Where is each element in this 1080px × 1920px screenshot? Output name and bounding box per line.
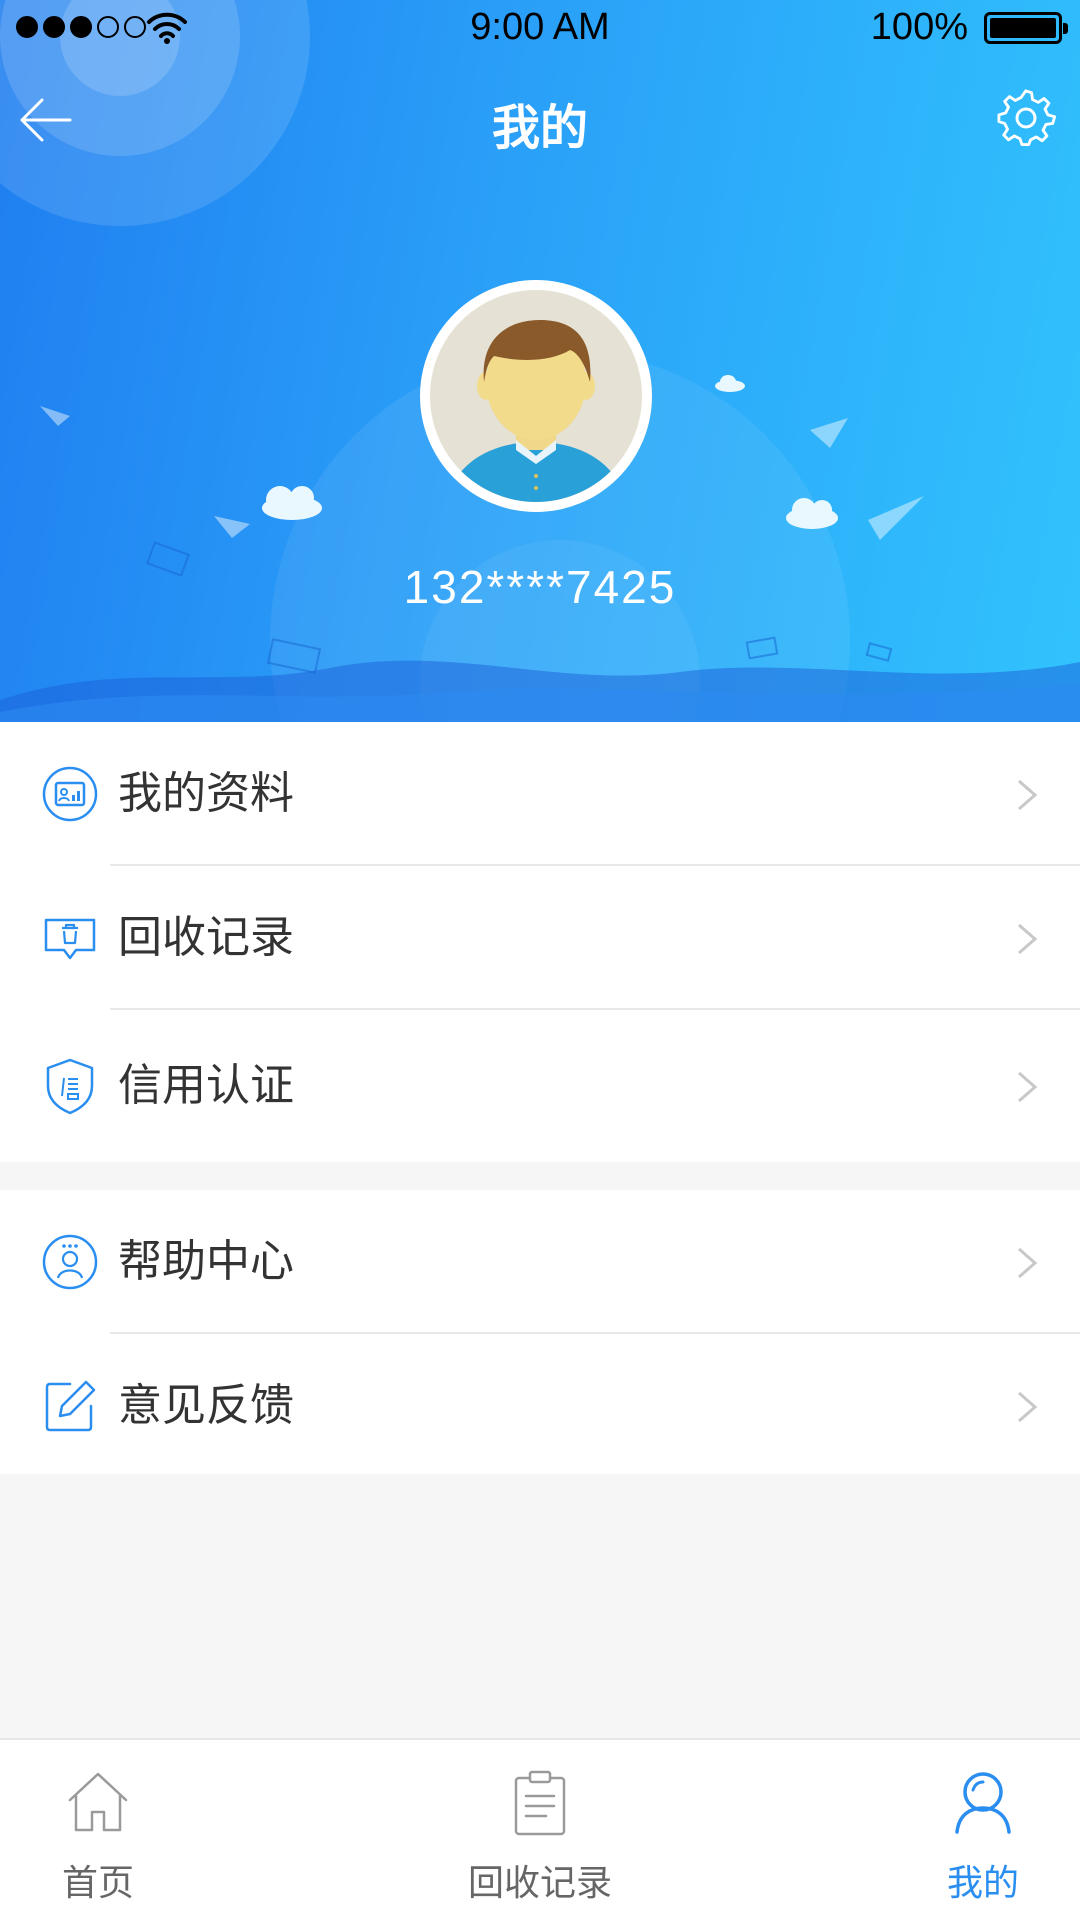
battery-percent: 100%	[870, 6, 968, 48]
menu-label: 我的资料	[118, 768, 294, 819]
menu-item-credit-auth[interactable]: 信用认证	[0, 1010, 1080, 1162]
credit-shield-icon	[46, 1058, 94, 1115]
settings-button[interactable]	[996, 88, 1057, 148]
status-bar: 9:00 AM 100%	[0, 0, 1080, 56]
recycle-bin-icon	[44, 918, 96, 960]
chevron-right-icon	[1018, 1247, 1038, 1279]
chevron-right-icon	[1018, 1391, 1038, 1423]
user-phone: 132****7425	[403, 561, 677, 613]
home-icon	[68, 1772, 128, 1832]
feedback-edit-icon	[45, 1380, 96, 1432]
page-title: 我的	[491, 100, 588, 156]
menu-group-support: 帮助中心 意见反馈	[0, 1190, 1080, 1474]
menu-label: 回收记录	[118, 912, 294, 963]
clipboard-icon	[514, 1770, 566, 1836]
tab-label: 首页	[61, 1863, 134, 1904]
tab-label: 我的	[946, 1863, 1019, 1904]
menu-label: 信用认证	[118, 1060, 294, 1111]
tab-home[interactable]: 首页	[0, 1740, 198, 1920]
chevron-right-icon	[1018, 1071, 1038, 1103]
gear-icon	[997, 89, 1057, 147]
menu-item-help-center[interactable]: 帮助中心	[0, 1190, 1080, 1334]
menu-item-recycle-records[interactable]: 回收记录	[0, 866, 1080, 1010]
help-person-icon	[42, 1234, 98, 1290]
chevron-right-icon	[1018, 779, 1038, 811]
menu-item-feedback[interactable]: 意见反馈	[0, 1334, 1080, 1478]
chevron-right-icon	[1018, 923, 1038, 955]
menu-label: 意见反馈	[118, 1380, 294, 1431]
user-icon	[955, 1772, 1011, 1834]
menu-label: 帮助中心	[118, 1236, 294, 1287]
avatar[interactable]	[420, 280, 652, 512]
profile-card-icon	[42, 766, 98, 822]
tab-mine[interactable]: 我的	[883, 1740, 1080, 1920]
tab-recycle-records[interactable]: 回收记录	[440, 1740, 640, 1920]
menu-group-account: 我的资料 回收记录 信用认证	[0, 722, 1080, 1162]
default-male-avatar-icon	[430, 290, 642, 502]
profile-header: 9:00 AM 100% 我的 132****7425	[0, 0, 1080, 722]
battery-icon	[984, 12, 1068, 44]
tab-bar: 首页 回收记录 我的	[0, 1738, 1080, 1920]
menu-item-my-profile[interactable]: 我的资料	[0, 722, 1080, 866]
tab-label: 回收记录	[467, 1863, 612, 1904]
